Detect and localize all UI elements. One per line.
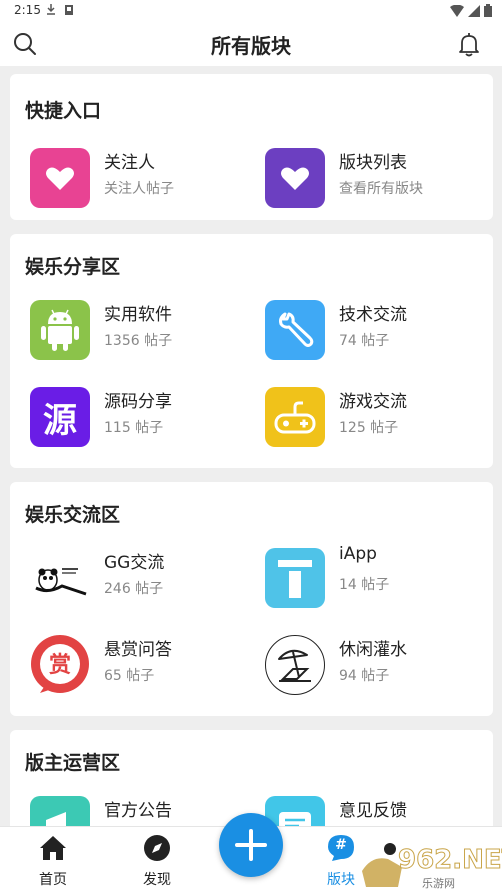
board-subtitle: 1356 帖子 [104,333,173,349]
board-item-iapp[interactable]: iApp 14 帖子 [265,544,495,612]
board-name: 实用软件 [104,305,172,325]
board-item-feedback[interactable]: 意见反馈 [265,796,495,826]
plus-icon [235,829,267,861]
board-name: 官方公告 [104,801,172,821]
board-item-board-list[interactable]: 版块列表 查看所有版块 [265,148,495,212]
bell-icon[interactable] [456,31,482,57]
board-item-tech[interactable]: 技术交流 74 帖子 [265,300,495,364]
iapp-icon [265,548,325,608]
board-item-announcements[interactable]: 官方公告 [30,796,260,826]
board-name: 游戏交流 [339,392,407,412]
board-subtitle: 94 帖子 [339,668,390,684]
board-item-reward-qa[interactable]: 赏 悬赏问答 65 帖子 [30,635,260,699]
board-item-following[interactable]: 关注人 关注人帖子 [30,148,260,212]
announce-icon [30,796,90,826]
create-post-button[interactable] [219,813,283,877]
section-title: 版主运营区 [25,752,121,774]
boards-icon: # [326,833,356,863]
board-list[interactable]: 快捷入口 关注人 关注人帖子 版块列表 查看所有版块 娱乐分享区 实用软件 13… [0,66,502,826]
board-subtitle: 115 帖子 [104,420,164,436]
status-time: 2:15 [14,3,41,17]
avatar-icon [362,843,402,887]
board-subtitle: 246 帖子 [104,581,164,597]
board-name: 关注人 [104,153,155,173]
board-name: 悬赏问答 [104,640,172,660]
board-subtitle: 14 帖子 [339,577,390,593]
watermark-text: 962.NET [397,845,502,876]
board-name: 意见反馈 [339,801,407,821]
compass-icon [144,835,170,861]
section-entertainment-chat: 娱乐交流区 GG交流 246 帖子 iApp 14 帖子 赏 悬赏问答 65 帖… [10,482,493,716]
heart-icon [30,148,90,208]
reward-icon: 赏 [30,635,90,695]
bottom-nav: 首页 发现 # 版块 962.NET 乐游网 [0,813,502,892]
board-item-source-code[interactable]: 源 源码分享 115 帖子 [30,387,260,451]
board-item-games[interactable]: 游戏交流 125 帖子 [265,387,495,451]
section-quick-entry: 快捷入口 关注人 关注人帖子 版块列表 查看所有版块 [10,74,493,220]
signal-icon [468,4,480,17]
notification-icon [65,5,73,15]
heart-icon [265,148,325,208]
section-entertainment-share: 娱乐分享区 实用软件 1356 帖子 技术交流 74 帖子 源 源码分享 115… [10,234,493,468]
gamepad-icon [265,387,325,447]
section-title: 娱乐交流区 [25,504,121,526]
board-item-casual[interactable]: 休闲灌水 94 帖子 [265,635,495,699]
board-name: 技术交流 [339,305,407,325]
nav-discover[interactable]: 发现 [122,833,192,889]
boards-badge: # [335,837,347,853]
feedback-icon [265,796,325,826]
board-subtitle: 74 帖子 [339,333,390,349]
nav-discover-label: 发现 [143,872,171,888]
board-item-software[interactable]: 实用软件 1356 帖子 [30,300,260,364]
wifi-icon [450,4,464,17]
board-subtitle: 125 帖子 [339,420,399,436]
board-subtitle: 65 帖子 [104,668,155,684]
watermark-subtext: 乐游网 [422,877,455,890]
app-header: 所有版块 [0,22,502,66]
page-title: 所有版块 [211,34,291,58]
android-icon [30,300,90,360]
source-glyph: 源 [43,400,77,441]
board-name: iApp [339,544,377,564]
reward-glyph: 赏 [49,653,71,678]
section-moderator-ops: 版主运营区 官方公告 意见反馈 [10,730,493,826]
board-name: 版块列表 [339,153,407,173]
download-icon [47,4,55,15]
board-name: 休闲灌水 [339,640,407,660]
battery-icon [484,4,492,17]
board-subtitle: 查看所有版块 [339,181,423,197]
board-name: 源码分享 [104,392,172,412]
board-item-gg[interactable]: GG交流 246 帖子 [30,548,260,612]
status-bar: 2:15 [0,0,502,22]
board-name: GG交流 [104,553,165,573]
nav-home[interactable]: 首页 [18,833,88,889]
section-title: 快捷入口 [25,100,102,122]
panda-icon [30,548,90,608]
nav-home-label: 首页 [39,872,67,888]
beach-icon [265,635,325,695]
home-icon [40,836,66,860]
watermark-logo: 962.NET 乐游网 [362,841,502,890]
section-title: 娱乐分享区 [25,256,121,278]
wrench-icon [265,300,325,360]
board-subtitle: 关注人帖子 [104,181,174,197]
source-icon: 源 [30,387,90,447]
